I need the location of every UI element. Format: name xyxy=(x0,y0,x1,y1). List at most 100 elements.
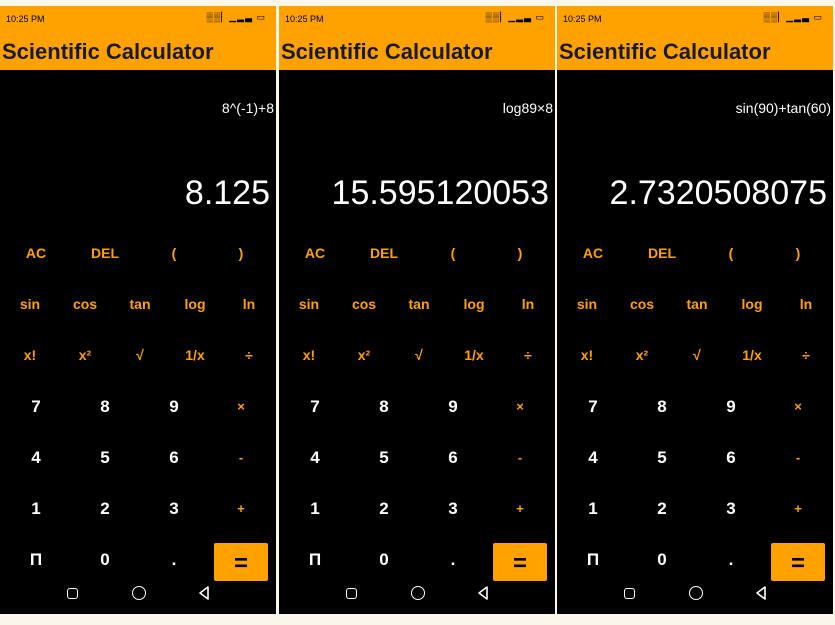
digit-4-button[interactable]: 4 xyxy=(288,432,342,483)
keypad-row: sin cos tan log ln xyxy=(279,279,555,330)
multiply-button[interactable]: × xyxy=(214,381,268,432)
keypad-row: AC DEL ( ) xyxy=(0,228,276,279)
reciprocal-button[interactable]: 1/x xyxy=(168,330,222,381)
digit-3-button[interactable]: 3 xyxy=(704,483,758,534)
digit-8-button[interactable]: 8 xyxy=(635,381,689,432)
back-button[interactable] xyxy=(475,584,493,602)
ln-button[interactable]: ln xyxy=(222,279,276,330)
divide-button[interactable]: ÷ xyxy=(501,330,555,381)
recent-apps-button[interactable] xyxy=(63,584,81,602)
minus-button[interactable]: - xyxy=(493,432,547,483)
digit-1-button[interactable]: 1 xyxy=(9,483,63,534)
square-button[interactable]: x² xyxy=(337,330,391,381)
log-button[interactable]: log xyxy=(725,279,779,330)
home-button[interactable] xyxy=(409,584,427,602)
digit-2-button[interactable]: 2 xyxy=(357,483,411,534)
digit-4-button[interactable]: 4 xyxy=(9,432,63,483)
log-button[interactable]: log xyxy=(447,279,501,330)
keypad-row: x! x² √ 1/x ÷ xyxy=(279,330,555,381)
digit-5-button[interactable]: 5 xyxy=(78,432,132,483)
tan-button[interactable]: tan xyxy=(113,279,167,330)
close-paren-button[interactable]: ) xyxy=(493,228,547,279)
square-button[interactable]: x² xyxy=(58,330,112,381)
home-button[interactable] xyxy=(687,584,705,602)
plus-button[interactable]: + xyxy=(771,483,825,534)
digit-5-button[interactable]: 5 xyxy=(357,432,411,483)
digit-6-button[interactable]: 6 xyxy=(426,432,480,483)
tan-button[interactable]: tan xyxy=(392,279,446,330)
ac-button[interactable]: AC xyxy=(566,228,620,279)
plus-button[interactable]: + xyxy=(214,483,268,534)
reciprocal-button[interactable]: 1/x xyxy=(725,330,779,381)
digit-9-button[interactable]: 9 xyxy=(147,381,201,432)
back-button[interactable] xyxy=(196,584,214,602)
home-button[interactable] xyxy=(130,584,148,602)
digit-6-button[interactable]: 6 xyxy=(147,432,201,483)
minus-button[interactable]: - xyxy=(214,432,268,483)
delete-button[interactable]: DEL xyxy=(78,228,132,279)
reciprocal-button[interactable]: 1/x xyxy=(447,330,501,381)
keypad: AC DEL ( ) sin cos tan log ln x! x² √ 1/… xyxy=(557,228,833,585)
plus-button[interactable]: + xyxy=(493,483,547,534)
factorial-button[interactable]: x! xyxy=(3,330,57,381)
digit-1-button[interactable]: 1 xyxy=(566,483,620,534)
sin-button[interactable]: sin xyxy=(3,279,57,330)
keypad: AC DEL ( ) sin cos tan log ln x! x² √ 1/… xyxy=(0,228,276,585)
status-time: 10:25 PM xyxy=(563,14,602,24)
digit-4-button[interactable]: 4 xyxy=(566,432,620,483)
digit-6-button[interactable]: 6 xyxy=(704,432,758,483)
keypad-row: AC DEL ( ) xyxy=(557,228,833,279)
digit-5-button[interactable]: 5 xyxy=(635,432,689,483)
digit-7-button[interactable]: 7 xyxy=(288,381,342,432)
ac-button[interactable]: AC xyxy=(288,228,342,279)
close-paren-button[interactable]: ) xyxy=(214,228,268,279)
digit-8-button[interactable]: 8 xyxy=(78,381,132,432)
status-icons: ▒▒▏▁▂▃ ▭ xyxy=(763,12,823,22)
cos-button[interactable]: cos xyxy=(615,279,669,330)
digit-8-button[interactable]: 8 xyxy=(357,381,411,432)
sin-button[interactable]: sin xyxy=(282,279,336,330)
multiply-button[interactable]: × xyxy=(771,381,825,432)
digit-1-button[interactable]: 1 xyxy=(288,483,342,534)
factorial-button[interactable]: x! xyxy=(282,330,336,381)
digit-2-button[interactable]: 2 xyxy=(635,483,689,534)
open-paren-button[interactable]: ( xyxy=(147,228,201,279)
divide-button[interactable]: ÷ xyxy=(779,330,833,381)
cos-button[interactable]: cos xyxy=(337,279,391,330)
digit-9-button[interactable]: 9 xyxy=(426,381,480,432)
digit-7-button[interactable]: 7 xyxy=(9,381,63,432)
divide-button[interactable]: ÷ xyxy=(222,330,276,381)
digit-9-button[interactable]: 9 xyxy=(704,381,758,432)
digit-7-button[interactable]: 7 xyxy=(566,381,620,432)
recent-apps-button[interactable] xyxy=(342,584,360,602)
sqrt-button[interactable]: √ xyxy=(670,330,724,381)
ac-button[interactable]: AC xyxy=(9,228,63,279)
keypad-row: x! x² √ 1/x ÷ xyxy=(557,330,833,381)
back-button[interactable] xyxy=(753,584,771,602)
digit-2-button[interactable]: 2 xyxy=(78,483,132,534)
keypad-row: 1 2 3 + xyxy=(557,483,833,534)
digit-3-button[interactable]: 3 xyxy=(147,483,201,534)
open-paren-button[interactable]: ( xyxy=(704,228,758,279)
square-button[interactable]: x² xyxy=(615,330,669,381)
status-bar: 10:25 PM ▒▒▏▁▂▃ ▭ xyxy=(557,6,833,34)
tan-button[interactable]: tan xyxy=(670,279,724,330)
sqrt-button[interactable]: √ xyxy=(392,330,446,381)
factorial-button[interactable]: x! xyxy=(560,330,614,381)
open-paren-button[interactable]: ( xyxy=(426,228,480,279)
recent-apps-button[interactable] xyxy=(620,584,638,602)
digit-3-button[interactable]: 3 xyxy=(426,483,480,534)
square-icon xyxy=(624,588,635,599)
multiply-button[interactable]: × xyxy=(493,381,547,432)
delete-button[interactable]: DEL xyxy=(635,228,689,279)
calculator-screen: 10:25 PM ▒▒▏▁▂▃ ▭ Scientific Calculator … xyxy=(557,6,833,614)
delete-button[interactable]: DEL xyxy=(357,228,411,279)
ln-button[interactable]: ln xyxy=(779,279,833,330)
sqrt-button[interactable]: √ xyxy=(113,330,167,381)
log-button[interactable]: log xyxy=(168,279,222,330)
cos-button[interactable]: cos xyxy=(58,279,112,330)
sin-button[interactable]: sin xyxy=(560,279,614,330)
ln-button[interactable]: ln xyxy=(501,279,555,330)
minus-button[interactable]: - xyxy=(771,432,825,483)
close-paren-button[interactable]: ) xyxy=(771,228,825,279)
